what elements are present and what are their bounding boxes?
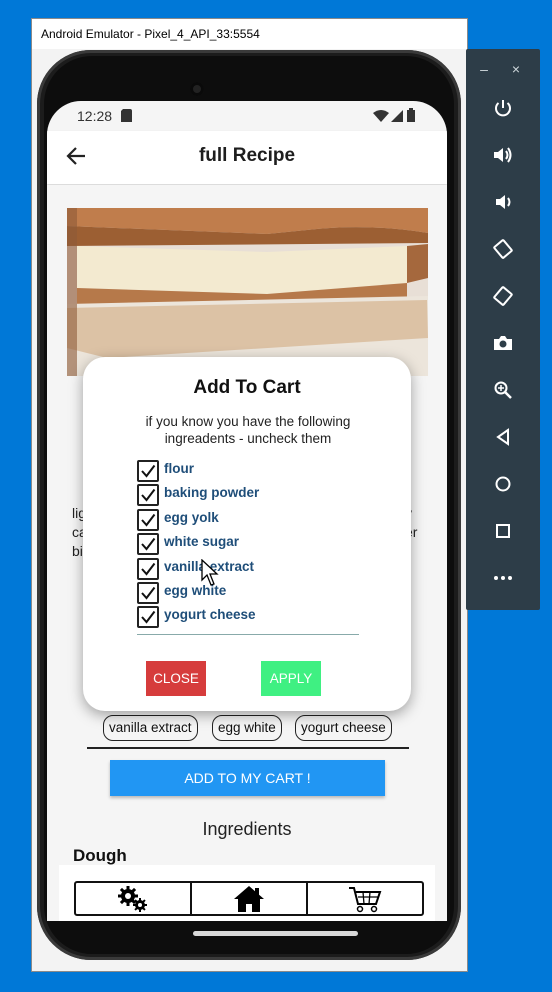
dialog-title: Add To Cart (193, 377, 301, 398)
window-title: Android Emulator - Pixel_4_API_33:5554 (32, 19, 467, 49)
check-icon (141, 464, 156, 478)
checkbox[interactable] (137, 557, 159, 580)
close-window-button[interactable]: × (506, 59, 526, 79)
emulator-toolbar: – × (466, 49, 540, 610)
apply-button[interactable]: APPLY (261, 661, 321, 696)
overview-nav-icon[interactable] (488, 516, 518, 546)
checkbox-label: egg yolk (164, 509, 219, 525)
camera-icon[interactable] (488, 328, 518, 358)
checkbox-label: flour (164, 461, 194, 476)
dialog-subtitle: if you know you have the following ingre… (145, 414, 351, 446)
checkbox[interactable] (137, 484, 159, 507)
back-nav-icon[interactable] (488, 422, 518, 452)
home-nav-icon[interactable] (488, 469, 518, 499)
checkbox-label: baking powder (164, 485, 260, 501)
dialog-divider (137, 634, 359, 635)
check-icon (141, 538, 156, 551)
phone-screen: 12:28 full Recipe lig ca bi er vanilla e… (47, 101, 447, 921)
checkbox-label: yogurt cheese (164, 607, 256, 623)
check-icon (141, 513, 156, 527)
volume-down-icon[interactable] (488, 187, 518, 217)
rotate-right-icon[interactable] (488, 281, 518, 311)
check-icon (141, 562, 156, 576)
zoom-icon[interactable] (488, 375, 518, 405)
checkbox[interactable] (137, 533, 159, 556)
gesture-handle[interactable] (193, 931, 358, 936)
rotate-left-icon[interactable] (488, 234, 518, 264)
mouse-cursor-icon (201, 559, 219, 586)
power-icon[interactable] (488, 93, 518, 123)
checkbox[interactable] (137, 581, 159, 604)
add-to-cart-dialog: Add To Cart if you know you have the fol… (83, 357, 411, 711)
front-camera (190, 82, 204, 96)
close-button[interactable]: CLOSE (146, 661, 206, 696)
minimize-button[interactable]: – (474, 59, 494, 79)
checkbox[interactable] (137, 460, 159, 482)
more-options-icon[interactable] (488, 563, 518, 593)
checkbox[interactable] (137, 606, 159, 629)
check-icon (141, 489, 156, 502)
check-icon (141, 611, 156, 624)
checkbox[interactable] (137, 508, 159, 531)
volume-up-icon[interactable] (488, 140, 518, 170)
check-icon (141, 586, 156, 600)
checkbox-label: white sugar (164, 534, 240, 550)
